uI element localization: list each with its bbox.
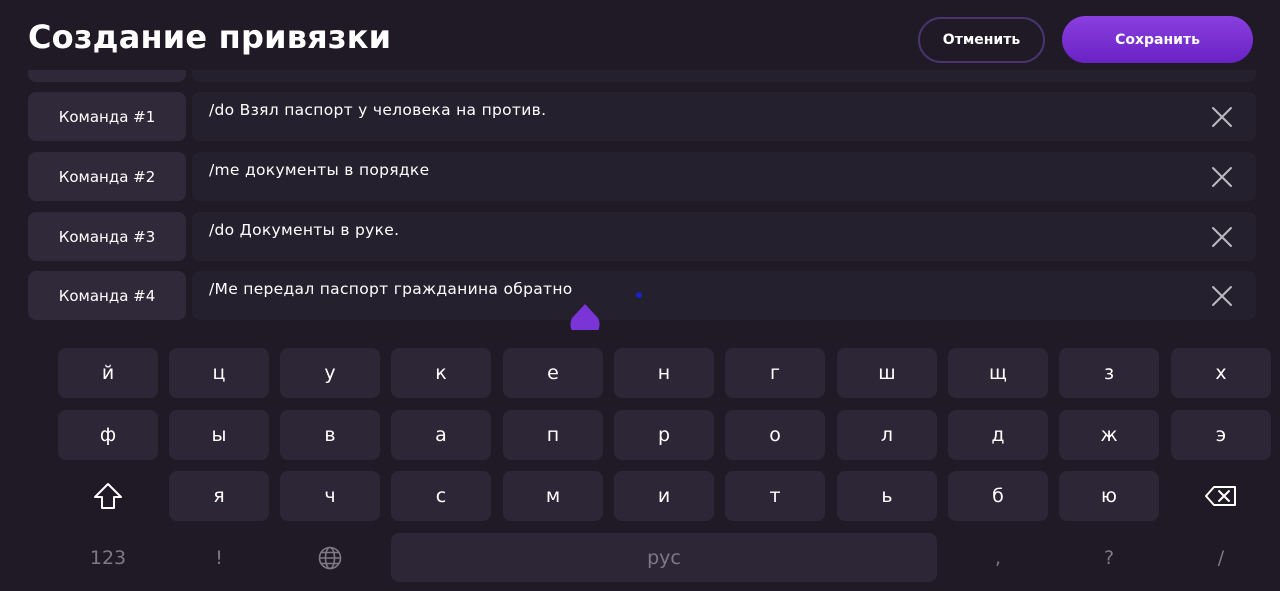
- key-comma[interactable]: ,: [948, 533, 1048, 583]
- command-input-text: /me документы в порядке: [209, 161, 430, 179]
- command-input-text: /Me передал паспорт гражданина обратно: [209, 280, 573, 298]
- command-label: Команда #1: [28, 92, 186, 141]
- close-icon[interactable]: [1210, 225, 1234, 249]
- key-ь[interactable]: ь: [837, 471, 937, 521]
- command-label: Команда #3: [28, 212, 186, 261]
- command-input-text: /do Взял паспорт у человека на против.: [209, 101, 547, 119]
- key-question[interactable]: ?: [1059, 533, 1159, 583]
- key-х[interactable]: х: [1171, 348, 1271, 398]
- key-б[interactable]: б: [948, 471, 1048, 521]
- save-button[interactable]: Сохранить: [1062, 16, 1253, 63]
- key-ф[interactable]: ф: [58, 410, 158, 460]
- key-н[interactable]: н: [614, 348, 714, 398]
- space-key[interactable]: рус: [391, 533, 937, 582]
- command-input[interactable]: /me документы в порядке: [192, 152, 1256, 201]
- key-ж[interactable]: ж: [1059, 410, 1159, 460]
- shift-icon: [94, 483, 122, 509]
- key-щ[interactable]: щ: [948, 348, 1048, 398]
- key-ю[interactable]: ю: [1059, 471, 1159, 521]
- command-input[interactable]: /do Документы в руке.: [192, 212, 1256, 261]
- key-а[interactable]: а: [391, 410, 491, 460]
- key-о[interactable]: о: [725, 410, 825, 460]
- key-л[interactable]: л: [837, 410, 937, 460]
- key-з[interactable]: з: [1059, 348, 1159, 398]
- close-icon[interactable]: [1210, 165, 1234, 189]
- command-label: Команда #2: [28, 152, 186, 201]
- command-label: Команда #4: [28, 271, 186, 320]
- key-д[interactable]: д: [948, 410, 1048, 460]
- key-у[interactable]: у: [280, 348, 380, 398]
- key-м[interactable]: м: [503, 471, 603, 521]
- numbers-key[interactable]: 123: [58, 533, 158, 583]
- command-row: Команда #2 /me документы в порядке: [28, 152, 1256, 201]
- command-row: Команда #1 /do Взял паспорт у человека н…: [28, 92, 1256, 141]
- key-ш[interactable]: ш: [837, 348, 937, 398]
- key-й[interactable]: й: [58, 348, 158, 398]
- key-с[interactable]: с: [391, 471, 491, 521]
- key-е[interactable]: е: [503, 348, 603, 398]
- command-field-partial: [192, 70, 1256, 82]
- shift-key[interactable]: [58, 471, 158, 521]
- page-title: Создание привязки: [28, 18, 392, 56]
- key-я[interactable]: я: [169, 471, 269, 521]
- command-row: Команда #3 /do Документы в руке.: [28, 212, 1256, 261]
- command-input-active[interactable]: /Me передал паспорт гражданина обратно: [192, 271, 1256, 320]
- key-ч[interactable]: ч: [280, 471, 380, 521]
- key-р[interactable]: р: [614, 410, 714, 460]
- key-к[interactable]: к: [391, 348, 491, 398]
- key-г[interactable]: г: [725, 348, 825, 398]
- command-row: Команда #4 /Me передал паспорт гражданин…: [28, 271, 1256, 320]
- key-exclamation[interactable]: !: [169, 533, 269, 583]
- touch-indicator-dot: [636, 292, 642, 298]
- backspace-icon: [1205, 486, 1236, 506]
- key-т[interactable]: т: [725, 471, 825, 521]
- command-label-partial: [28, 70, 186, 82]
- close-icon[interactable]: [1210, 105, 1234, 129]
- backspace-key[interactable]: [1171, 471, 1271, 521]
- cancel-button[interactable]: Отменить: [918, 17, 1045, 63]
- command-row-partial: [28, 70, 1256, 82]
- key-ц[interactable]: ц: [169, 348, 269, 398]
- key-и[interactable]: и: [614, 471, 714, 521]
- key-п[interactable]: п: [503, 410, 603, 460]
- screen: Создание привязки Отменить Сохранить Ком…: [0, 0, 1280, 591]
- close-icon[interactable]: [1210, 284, 1234, 308]
- command-input[interactable]: /do Взял паспорт у человека на против.: [192, 92, 1256, 141]
- command-input-text: /do Документы в руке.: [209, 221, 400, 239]
- key-в[interactable]: в: [280, 410, 380, 460]
- key-slash[interactable]: /: [1171, 533, 1271, 583]
- key-ы[interactable]: ы: [169, 410, 269, 460]
- language-key[interactable]: [280, 533, 380, 583]
- globe-icon: [318, 546, 342, 570]
- key-э[interactable]: э: [1171, 410, 1271, 460]
